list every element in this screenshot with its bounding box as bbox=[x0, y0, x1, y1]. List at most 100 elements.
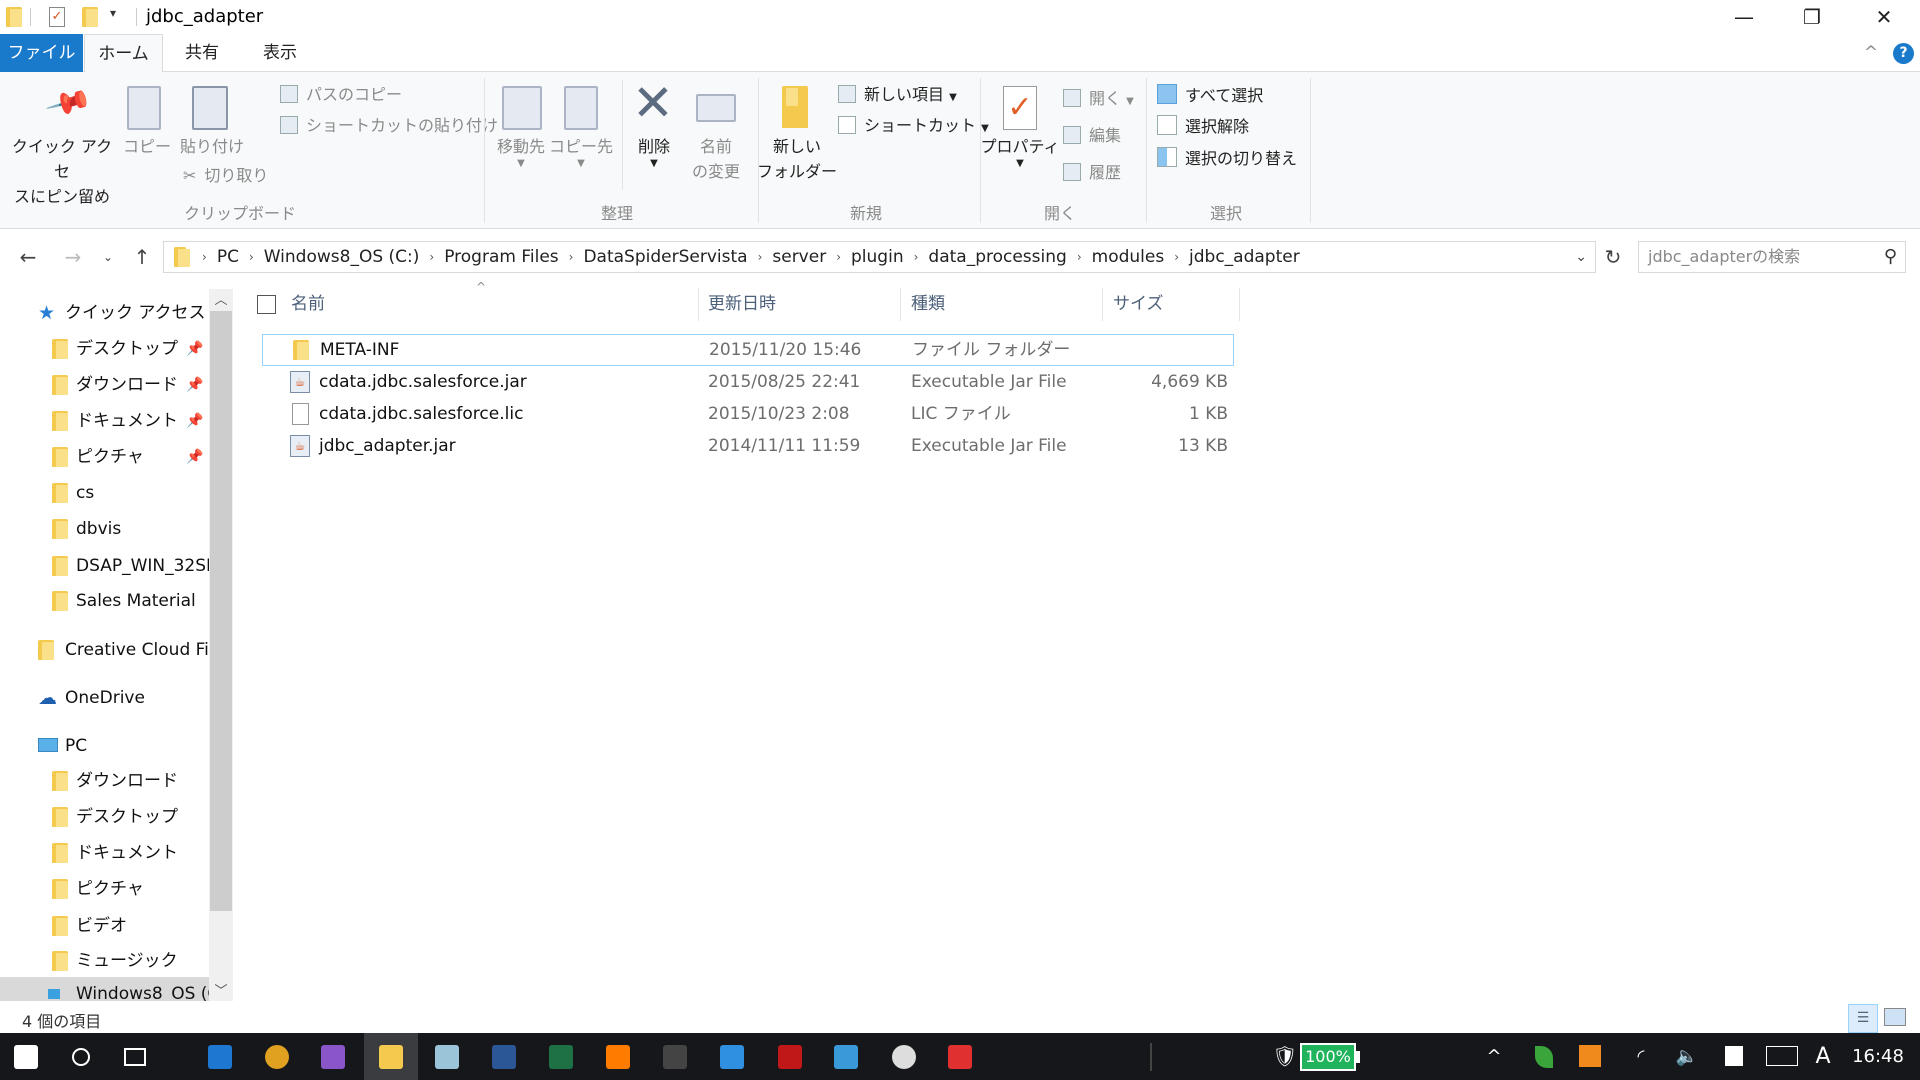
taskbar-acrobat-button[interactable] bbox=[763, 1033, 817, 1080]
maximize-button[interactable]: ❐ bbox=[1784, 0, 1840, 34]
scroll-down-arrow-icon[interactable]: ﹀ bbox=[209, 980, 233, 999]
file-row[interactable]: META-INF 2015/11/20 15:46 ファイル フォルダー bbox=[262, 334, 1234, 366]
column-divider[interactable] bbox=[1239, 288, 1240, 321]
volume-icon[interactable]: 🔈 bbox=[1674, 1033, 1700, 1080]
taskbar-task-view-button[interactable] bbox=[108, 1033, 162, 1080]
sidebar-item[interactable]: デスクトップ bbox=[0, 800, 209, 834]
sidebar-item[interactable]: ☁ OneDrive bbox=[0, 681, 209, 715]
file-row[interactable]: cdata.jdbc.salesforce.lic 2015/10/23 2:08… bbox=[262, 399, 1234, 431]
column-divider[interactable] bbox=[900, 288, 901, 321]
breadcrumb-item[interactable]: data_processing bbox=[926, 247, 1068, 267]
chevron-right-icon[interactable]: › bbox=[241, 250, 262, 264]
sidebar-item[interactable]: Sales Material bbox=[0, 584, 209, 618]
file-row[interactable]: ☕ cdata.jdbc.salesforce.jar 2015/08/25 22:… bbox=[262, 367, 1234, 399]
close-button[interactable]: ✕ bbox=[1856, 0, 1912, 34]
chevron-right-icon[interactable]: › bbox=[750, 250, 771, 264]
sidebar-item[interactable]: ドキュメント 📌 bbox=[0, 404, 209, 438]
file-row[interactable]: ☕ jdbc_adapter.jar 2014/11/11 11:59 Executa… bbox=[262, 431, 1234, 463]
column-divider[interactable] bbox=[1102, 288, 1103, 321]
breadcrumb-item[interactable]: Program Files bbox=[442, 247, 560, 267]
sidebar-item[interactable]: Windows8_OS (C:) bbox=[0, 977, 232, 1001]
address-dropdown-chevron-icon[interactable]: ⌄ bbox=[1575, 242, 1587, 272]
breadcrumb-item[interactable]: modules bbox=[1090, 247, 1167, 267]
chevron-right-icon[interactable]: › bbox=[1069, 250, 1090, 264]
select-all-checkbox[interactable] bbox=[257, 295, 276, 314]
wifi-icon[interactable]: ◜ bbox=[1628, 1033, 1654, 1080]
sidebar-item[interactable]: ビデオ bbox=[0, 909, 209, 943]
history-button[interactable]: 履歴 bbox=[1063, 162, 1121, 184]
chevron-right-icon[interactable]: › bbox=[561, 250, 582, 264]
chevron-right-icon[interactable]: › bbox=[194, 250, 215, 264]
paste-shortcut-button[interactable]: ショートカットの貼り付け bbox=[280, 115, 498, 137]
copy-to-button[interactable]: コピー先 ▼ bbox=[549, 134, 613, 169]
chevron-right-icon[interactable]: › bbox=[1166, 250, 1187, 264]
sidebar-item[interactable]: dbvis bbox=[0, 512, 209, 546]
breadcrumb-item[interactable]: plugin bbox=[849, 247, 906, 267]
back-button[interactable]: ← bbox=[13, 241, 43, 273]
action-center-icon[interactable] bbox=[1725, 1046, 1743, 1066]
taskbar-settings-button[interactable] bbox=[877, 1033, 931, 1080]
taskbar-search-button[interactable] bbox=[54, 1033, 108, 1080]
taskbar-notepad-app-button[interactable] bbox=[420, 1033, 474, 1080]
taskbar-word-button[interactable] bbox=[477, 1033, 531, 1080]
chevron-right-icon[interactable]: › bbox=[828, 250, 849, 264]
column-divider[interactable] bbox=[698, 288, 699, 321]
sidebar-item[interactable]: ピクチャ 📌 bbox=[0, 440, 209, 474]
column-header-size[interactable]: サイズ bbox=[1113, 288, 1164, 321]
chevron-right-icon[interactable]: › bbox=[906, 250, 927, 264]
properties-quick-icon[interactable]: ✓ bbox=[49, 7, 65, 27]
help-button[interactable]: ? bbox=[1893, 43, 1914, 64]
sidebar-item[interactable]: ★ クイック アクセス bbox=[0, 296, 209, 330]
ime-indicator[interactable]: A bbox=[1812, 1033, 1834, 1080]
sidebar-item[interactable]: cs bbox=[0, 476, 209, 510]
navigation-pane-scrollbar[interactable]: ︿ ﹀ bbox=[209, 289, 233, 1001]
new-folder-quick-icon[interactable] bbox=[82, 7, 98, 27]
taskbar-visual-studio-button[interactable] bbox=[306, 1033, 360, 1080]
taskbar-command-prompt-button[interactable] bbox=[648, 1033, 702, 1080]
scrollbar-thumb[interactable] bbox=[210, 311, 232, 911]
recent-locations-chevron-icon[interactable]: ⌄ bbox=[93, 241, 123, 273]
sidebar-item[interactable]: デスクトップ 📌 bbox=[0, 332, 209, 366]
search-icon[interactable]: ⚲ bbox=[1884, 242, 1897, 272]
select-all-button[interactable]: すべて選択 bbox=[1157, 84, 1263, 107]
taskbar-file-explorer-button[interactable] bbox=[364, 1033, 418, 1080]
details-view-button[interactable]: ☰ bbox=[1848, 1004, 1878, 1033]
search-box[interactable]: jdbc_adapterの検索 ⚲ bbox=[1638, 241, 1906, 273]
taskbar-start-button[interactable] bbox=[0, 1033, 53, 1080]
customize-toolbar-chevron-icon[interactable]: ▾ bbox=[110, 6, 116, 20]
sidebar-item[interactable]: PC bbox=[0, 729, 209, 763]
rename-button[interactable]: 名前 の変更 bbox=[686, 134, 746, 184]
chevron-right-icon[interactable]: › bbox=[421, 250, 442, 264]
delete-button[interactable]: 削除 ▼ bbox=[626, 134, 682, 169]
large-icons-view-button[interactable] bbox=[1884, 1008, 1906, 1026]
breadcrumb-item[interactable]: PC bbox=[215, 247, 241, 267]
minimize-button[interactable]: — bbox=[1716, 0, 1772, 34]
sidebar-item[interactable]: ミュージック bbox=[0, 944, 209, 978]
copy-button[interactable]: コピー bbox=[120, 134, 174, 159]
collapse-ribbon-button[interactable]: ^ bbox=[1860, 34, 1882, 72]
breadcrumb-item[interactable]: Windows8_OS (C:) bbox=[262, 247, 422, 267]
tab-file[interactable]: ファイル bbox=[0, 34, 83, 72]
breadcrumb-item[interactable]: DataSpiderServista bbox=[581, 247, 749, 267]
breadcrumb-item[interactable]: server bbox=[770, 247, 828, 267]
up-button[interactable]: ↑ bbox=[127, 241, 157, 273]
open-button[interactable]: 開く ▼ bbox=[1063, 88, 1134, 113]
breadcrumb-item[interactable]: jdbc_adapter bbox=[1187, 247, 1302, 267]
column-header-name[interactable]: 名前 bbox=[291, 288, 325, 321]
paste-button[interactable]: 貼り付け bbox=[176, 134, 248, 159]
sidebar-item[interactable]: ダウンロード bbox=[0, 764, 209, 798]
column-header-date[interactable]: 更新日時 bbox=[708, 288, 776, 321]
address-bar[interactable]: › PC › Windows8_OS (C:) › Program Files › DataS… bbox=[163, 241, 1596, 273]
sidebar-item[interactable]: ピクチャ bbox=[0, 872, 209, 906]
sidebar-item[interactable]: ダウンロード 📌 bbox=[0, 368, 209, 402]
power-plug-icon[interactable]: 🛡 bbox=[1272, 1033, 1298, 1080]
taskbar-chrome-button[interactable] bbox=[250, 1033, 304, 1080]
sidebar-item[interactable]: DSAP_WIN_32SP bbox=[0, 549, 216, 583]
clock[interactable]: 16:48 bbox=[1848, 1033, 1908, 1080]
taskbar-red-app-button[interactable] bbox=[933, 1033, 987, 1080]
shortcut-button[interactable]: ショートカット ▼ bbox=[838, 115, 989, 140]
refresh-button[interactable]: ↻ bbox=[1598, 241, 1628, 273]
column-header-type[interactable]: 種類 bbox=[911, 288, 945, 321]
move-to-button[interactable]: 移動先 ▼ bbox=[489, 134, 553, 169]
sidebar-item[interactable]: ドキュメント bbox=[0, 836, 209, 870]
